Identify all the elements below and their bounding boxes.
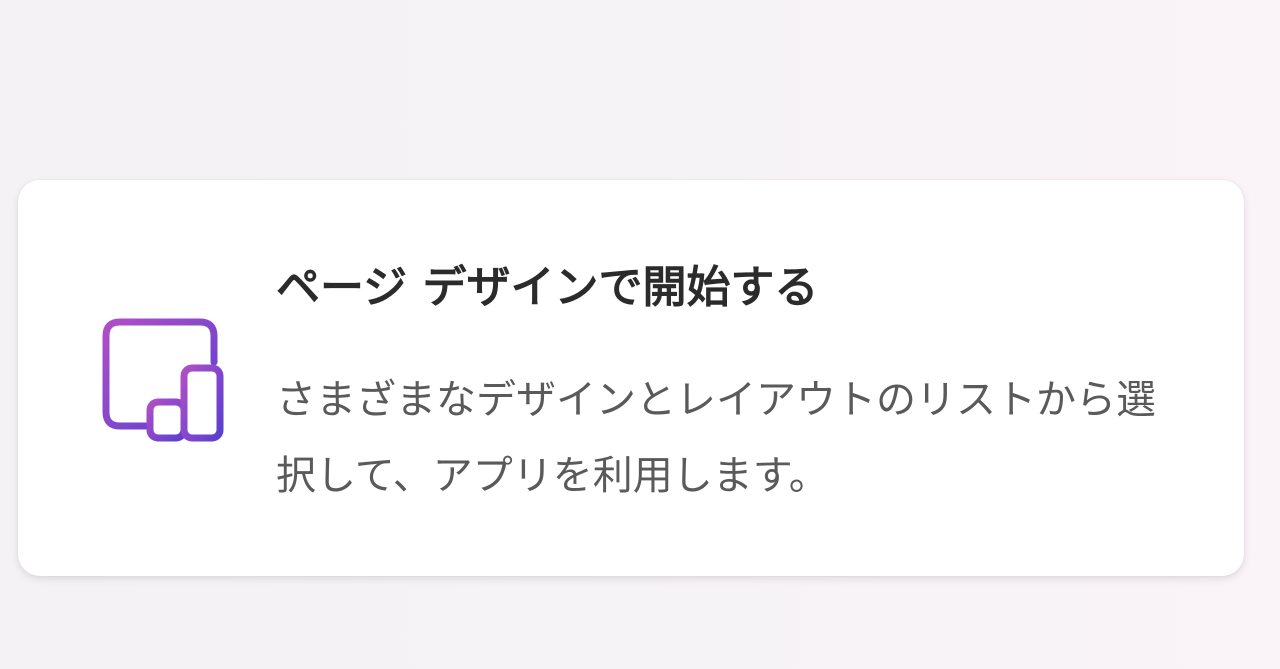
card-description: さまざまなデザインとレイアウトのリストから選択して、アプリを利用します。 <box>276 377 1156 499</box>
page-layout-icon <box>98 318 230 446</box>
card-title: ページ デザインで開始する <box>276 262 819 313</box>
